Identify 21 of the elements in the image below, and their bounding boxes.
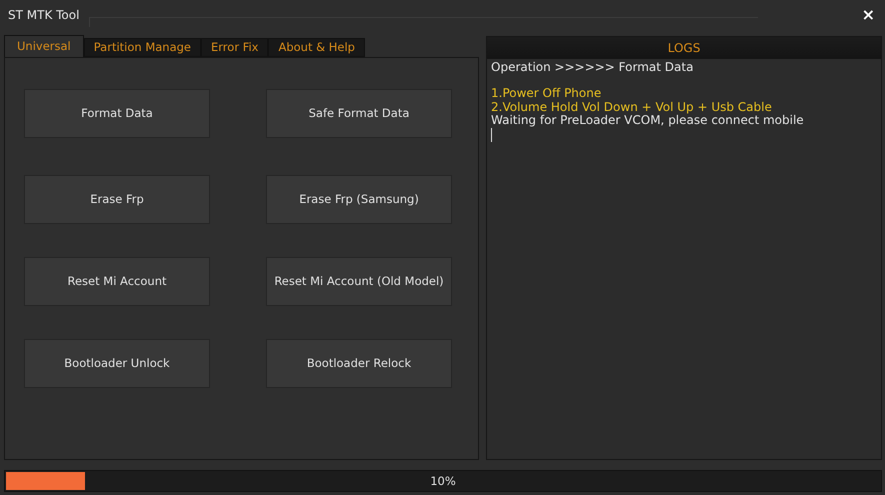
action-button[interactable]: Format Data bbox=[24, 88, 210, 138]
text-cursor bbox=[491, 128, 492, 142]
log-line: 1.Power Off Phone bbox=[491, 87, 602, 101]
progress-reading: 10% bbox=[430, 474, 456, 488]
tab[interactable]: Error Fix bbox=[201, 38, 268, 57]
action-button[interactable]: Safe Format Data bbox=[266, 88, 452, 138]
action-button[interactable]: Bootloader Relock bbox=[266, 338, 452, 388]
action-button[interactable]: Bootloader Unlock bbox=[24, 338, 210, 388]
close-button[interactable]: × bbox=[858, 5, 879, 24]
action-button[interactable]: Reset Mi Account bbox=[24, 256, 210, 306]
log-line: 2.Volume Hold Vol Down + Vol Up + Usb Cable bbox=[491, 100, 773, 114]
window-title: ST MTK Tool bbox=[8, 8, 80, 22]
action-button[interactable]: Erase Frp (Samsung) bbox=[266, 174, 452, 224]
tab[interactable]: Universal bbox=[4, 34, 84, 57]
action-button[interactable]: Reset Mi Account (Old Model) bbox=[266, 256, 452, 306]
logs-header: LOGS bbox=[487, 36, 881, 59]
log-line: Operation >>>>>> Format Data bbox=[491, 60, 694, 74]
tab[interactable]: About & Help bbox=[268, 38, 365, 57]
action-button[interactable]: Erase Frp bbox=[24, 174, 210, 224]
log-line: Waiting for PreLoader VCOM, please connect mobile bbox=[491, 114, 805, 128]
tab[interactable]: Partition Manage bbox=[84, 38, 202, 57]
